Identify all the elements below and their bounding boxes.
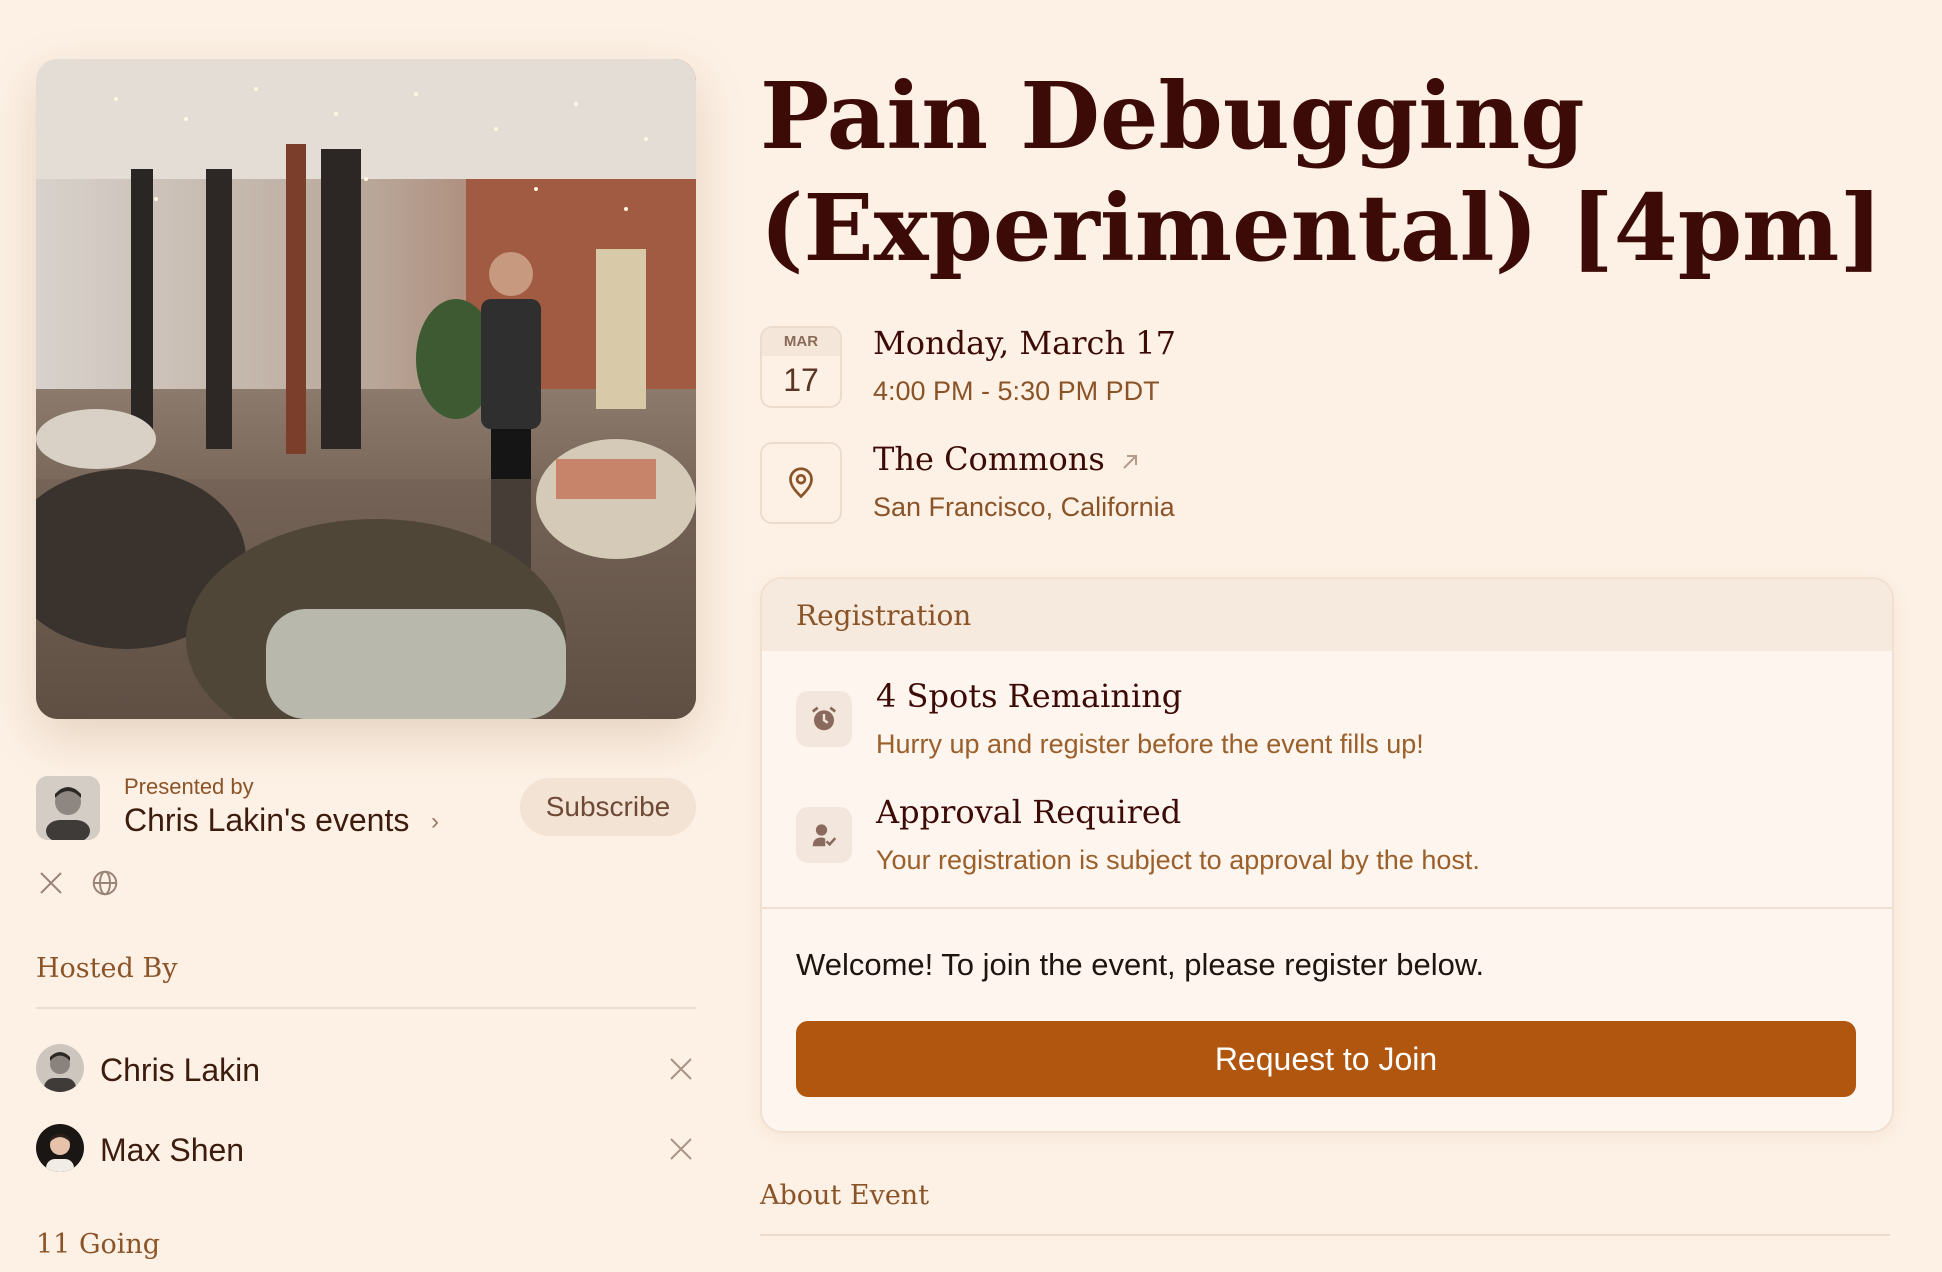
approval-required-title: Approval Required <box>876 793 1182 831</box>
about-event-divider <box>760 1234 1890 1236</box>
hosted-by-title: Hosted By <box>36 953 178 984</box>
globe-icon[interactable] <box>90 868 120 898</box>
alarm-clock-icon <box>796 691 852 747</box>
avatar <box>36 1124 84 1172</box>
host-name: Max Shen <box>100 1132 245 1168</box>
approval-required-subtitle: Your registration is subject to approval… <box>876 845 1480 875</box>
x-icon[interactable] <box>666 1134 696 1169</box>
presenter-avatar[interactable] <box>36 776 100 840</box>
spots-remaining-subtitle: Hurry up and register before the event f… <box>876 729 1424 759</box>
hosted-by-divider <box>36 1007 696 1009</box>
spots-remaining-title: 4 Spots Remaining <box>876 677 1183 715</box>
host-name: Chris Lakin <box>100 1052 261 1088</box>
chevron-right-icon: › <box>431 808 439 835</box>
host-row[interactable]: Chris Lakin <box>36 1044 696 1094</box>
user-check-icon <box>796 807 852 863</box>
presenter-name-link[interactable]: Chris Lakin's events <box>124 802 409 839</box>
x-icon[interactable] <box>666 1054 696 1089</box>
external-link-icon[interactable] <box>1118 450 1142 479</box>
calendar-date-icon: MAR 17 <box>760 326 842 408</box>
event-time: 4:00 PM - 5:30 PM PDT <box>873 376 1160 406</box>
venue-name-link[interactable]: The Commons <box>873 440 1105 478</box>
date-month: MAR <box>762 328 840 356</box>
going-count[interactable]: 11 Going <box>36 1229 160 1260</box>
date-day: 17 <box>783 362 819 398</box>
request-to-join-button[interactable]: Request to Join <box>796 1021 1856 1097</box>
presenter-social-links <box>36 866 120 900</box>
registration-card: Registration 4 Spots Remaining Hurry up … <box>760 577 1894 1133</box>
x-icon[interactable] <box>36 868 66 898</box>
location-pin-icon <box>760 442 842 524</box>
event-date: Monday, March 17 <box>873 324 1176 362</box>
about-event-title: About Event <box>760 1180 930 1211</box>
host-row[interactable]: Max Shen <box>36 1124 696 1174</box>
presenter-block: Presented by Chris Lakin's events › Subs… <box>36 774 696 844</box>
event-title: Pain Debugging (Experimental) [4pm] <box>760 62 1883 282</box>
avatar <box>36 1044 84 1092</box>
welcome-message: Welcome! To join the event, please regis… <box>796 947 1485 982</box>
subscribe-button[interactable]: Subscribe <box>520 778 696 836</box>
venue-city: San Francisco, California <box>873 492 1175 522</box>
presented-by-label: Presented by <box>124 774 254 799</box>
registration-divider <box>762 907 1892 909</box>
event-cover-photo <box>36 59 696 719</box>
event-cover-image <box>36 59 696 719</box>
registration-title: Registration <box>796 599 972 632</box>
